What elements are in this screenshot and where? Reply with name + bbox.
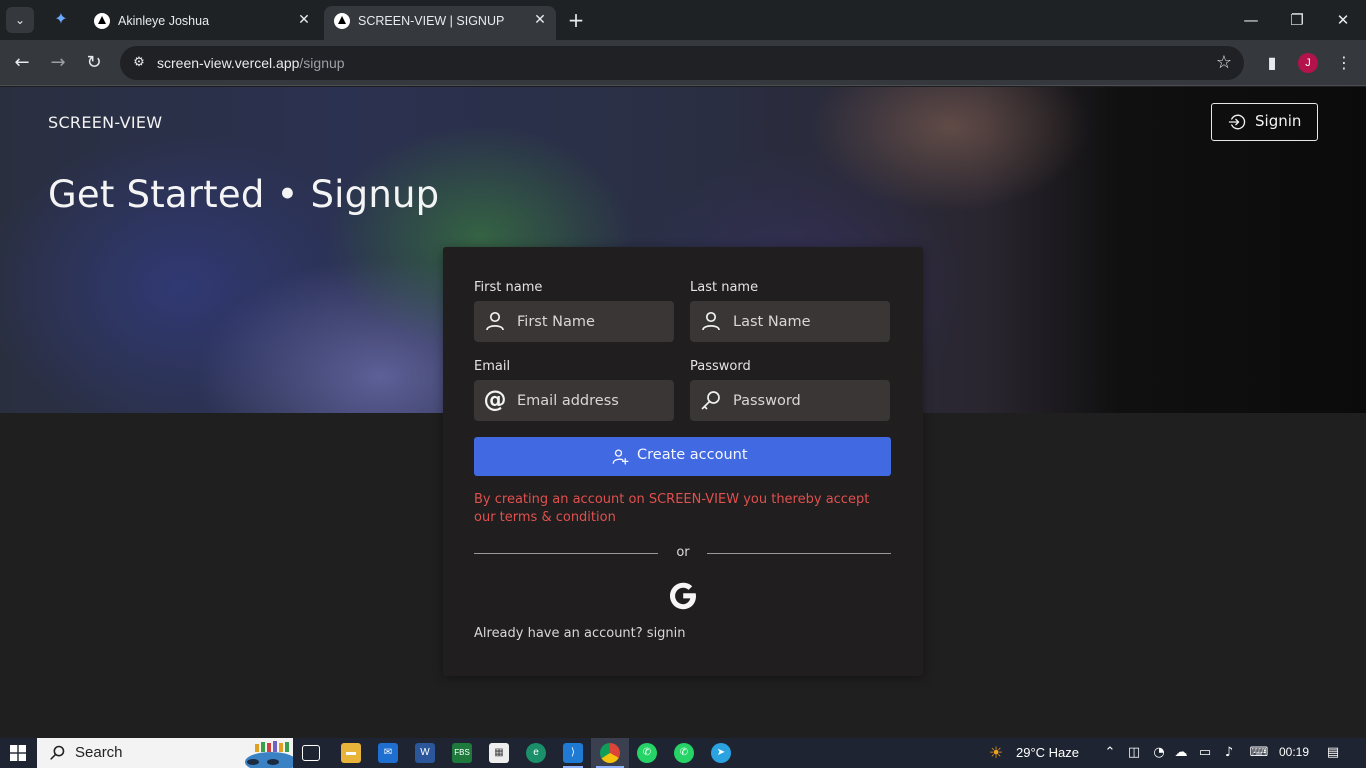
tab-search-dropdown[interactable]: ⌄ xyxy=(6,7,34,33)
new-tab-plus-icon[interactable]: + xyxy=(564,8,588,32)
signup-card: First name Last name Email @ Password xyxy=(443,247,923,676)
vercel-favicon-icon xyxy=(94,13,110,29)
windows-taskbar: Search ▬ ✉ W FBS ▦ e ⟩ ✆ ✆ ➤ ☀ 29°C Haze… xyxy=(0,738,1366,768)
brand-logo-text[interactable]: SCREEN-VIEW xyxy=(48,113,162,132)
notification-center-icon[interactable]: ▤ xyxy=(1324,744,1342,762)
last-name-field[interactable] xyxy=(690,301,890,342)
already-have-account-link[interactable]: Already have an account? signin xyxy=(474,626,686,641)
forward-arrow-icon[interactable]: → xyxy=(44,49,72,77)
task-view-icon[interactable] xyxy=(302,745,320,761)
svg-text:@: @ xyxy=(484,388,507,412)
page-viewport: SCREEN-VIEW Signin Get Started • Signup … xyxy=(0,87,1366,738)
user-icon xyxy=(486,311,504,331)
windows-start-icon[interactable] xyxy=(10,745,26,761)
password-field[interactable] xyxy=(690,380,890,421)
volume-icon[interactable]: ♪ xyxy=(1220,744,1238,762)
browser-tab-bar: ⌄ ✦ Akinleye Joshua ✕ SCREEN-VIEW | SIGN… xyxy=(0,0,1366,40)
browser-tab-1[interactable]: Akinleye Joshua ✕ xyxy=(84,6,320,40)
reload-icon[interactable]: ↻ xyxy=(80,49,108,77)
login-icon xyxy=(1228,114,1246,130)
create-account-label: Create account xyxy=(637,447,748,463)
chrome-menu-icon[interactable]: ⋮ xyxy=(1330,49,1358,77)
email-label: Email xyxy=(474,359,511,374)
add-user-icon xyxy=(612,449,629,465)
signin-label: Signin xyxy=(1255,112,1302,130)
microsoft-store-icon[interactable]: ▦ xyxy=(489,743,509,763)
browser-toolbar: ← → ↻ ⚙ screen-view.vercel.app/signup ☆ … xyxy=(0,40,1366,86)
vercel-favicon-icon xyxy=(334,13,350,29)
first-name-label: First name xyxy=(474,280,543,295)
side-panel-icon[interactable]: ▮ xyxy=(1258,49,1286,77)
tab-close-icon[interactable]: ✕ xyxy=(530,10,550,30)
create-account-button[interactable]: Create account xyxy=(474,437,891,476)
password-input[interactable] xyxy=(733,380,883,421)
back-arrow-icon[interactable]: ← xyxy=(8,49,36,77)
page-title: Get Started • Signup xyxy=(48,173,440,216)
email-input[interactable] xyxy=(517,380,667,421)
fbs-app-icon[interactable]: FBS xyxy=(452,743,472,763)
weather-text[interactable]: 29°C Haze xyxy=(1016,745,1079,760)
terms-notice[interactable]: By creating an account on SCREEN-VIEW yo… xyxy=(474,491,894,527)
key-icon xyxy=(701,391,720,410)
divider-left xyxy=(474,553,658,554)
whatsapp-icon[interactable]: ✆ xyxy=(637,743,657,763)
onedrive-cloud-icon[interactable]: ☁ xyxy=(1172,744,1190,762)
chrome-icon[interactable] xyxy=(600,743,620,763)
vscode-icon[interactable]: ⟩ xyxy=(563,743,583,763)
at-sign-icon: @ xyxy=(484,388,507,412)
bookmark-star-icon[interactable]: ☆ xyxy=(1216,52,1232,74)
last-name-label: Last name xyxy=(690,280,759,295)
camera-icon[interactable]: ◫ xyxy=(1125,744,1143,762)
window-close-icon[interactable]: ✕ xyxy=(1320,0,1366,40)
google-signin-icon[interactable] xyxy=(667,580,699,612)
url-text[interactable]: screen-view.vercel.app/signup xyxy=(157,55,345,71)
minimize-icon[interactable]: — xyxy=(1228,0,1274,40)
profile-avatar[interactable]: J xyxy=(1298,53,1318,73)
gemini-sparkle-icon[interactable]: ✦ xyxy=(50,8,72,30)
tab-title: Akinleye Joshua xyxy=(118,14,210,28)
whatsapp-business-icon[interactable]: ✆ xyxy=(674,743,694,763)
signin-button[interactable]: Signin xyxy=(1211,103,1318,141)
last-name-input[interactable] xyxy=(733,301,883,342)
search-icon xyxy=(50,745,65,760)
tab-close-icon[interactable]: ✕ xyxy=(294,10,314,30)
tab-title: SCREEN-VIEW | SIGNUP xyxy=(358,14,505,28)
password-label: Password xyxy=(690,359,751,374)
site-settings-icon[interactable]: ⚙ xyxy=(130,54,148,72)
word-icon[interactable]: W xyxy=(415,743,435,763)
email-field[interactable]: @ xyxy=(474,380,674,421)
telegram-icon[interactable]: ➤ xyxy=(711,743,731,763)
first-name-field[interactable] xyxy=(474,301,674,342)
address-bar[interactable]: ⚙ screen-view.vercel.app/signup ☆ xyxy=(120,46,1244,80)
search-label: Search xyxy=(75,744,123,761)
clock-time[interactable]: 00:19 xyxy=(1279,745,1309,759)
mail-icon[interactable]: ✉ xyxy=(378,743,398,763)
user-icon xyxy=(702,311,720,331)
weather-haze-icon[interactable]: ☀ xyxy=(987,744,1005,762)
divider-right xyxy=(707,553,891,554)
taskbar-search-box[interactable]: Search xyxy=(37,738,293,768)
keyboard-icon[interactable]: ⌨ xyxy=(1248,744,1270,762)
search-highlight-art-icon xyxy=(245,741,293,768)
file-explorer-icon[interactable]: ▬ xyxy=(341,743,361,763)
tray-chevron-up-icon[interactable]: ⌃ xyxy=(1101,744,1119,762)
restore-icon[interactable]: ❐ xyxy=(1274,0,1320,40)
edge-browser-icon[interactable]: e xyxy=(526,743,546,763)
wifi-icon[interactable]: ◔ xyxy=(1150,744,1168,762)
divider-or-text: or xyxy=(676,545,690,560)
battery-icon[interactable]: ▭ xyxy=(1196,744,1214,762)
browser-tab-2-active[interactable]: SCREEN-VIEW | SIGNUP ✕ xyxy=(324,6,556,40)
first-name-input[interactable] xyxy=(517,301,667,342)
